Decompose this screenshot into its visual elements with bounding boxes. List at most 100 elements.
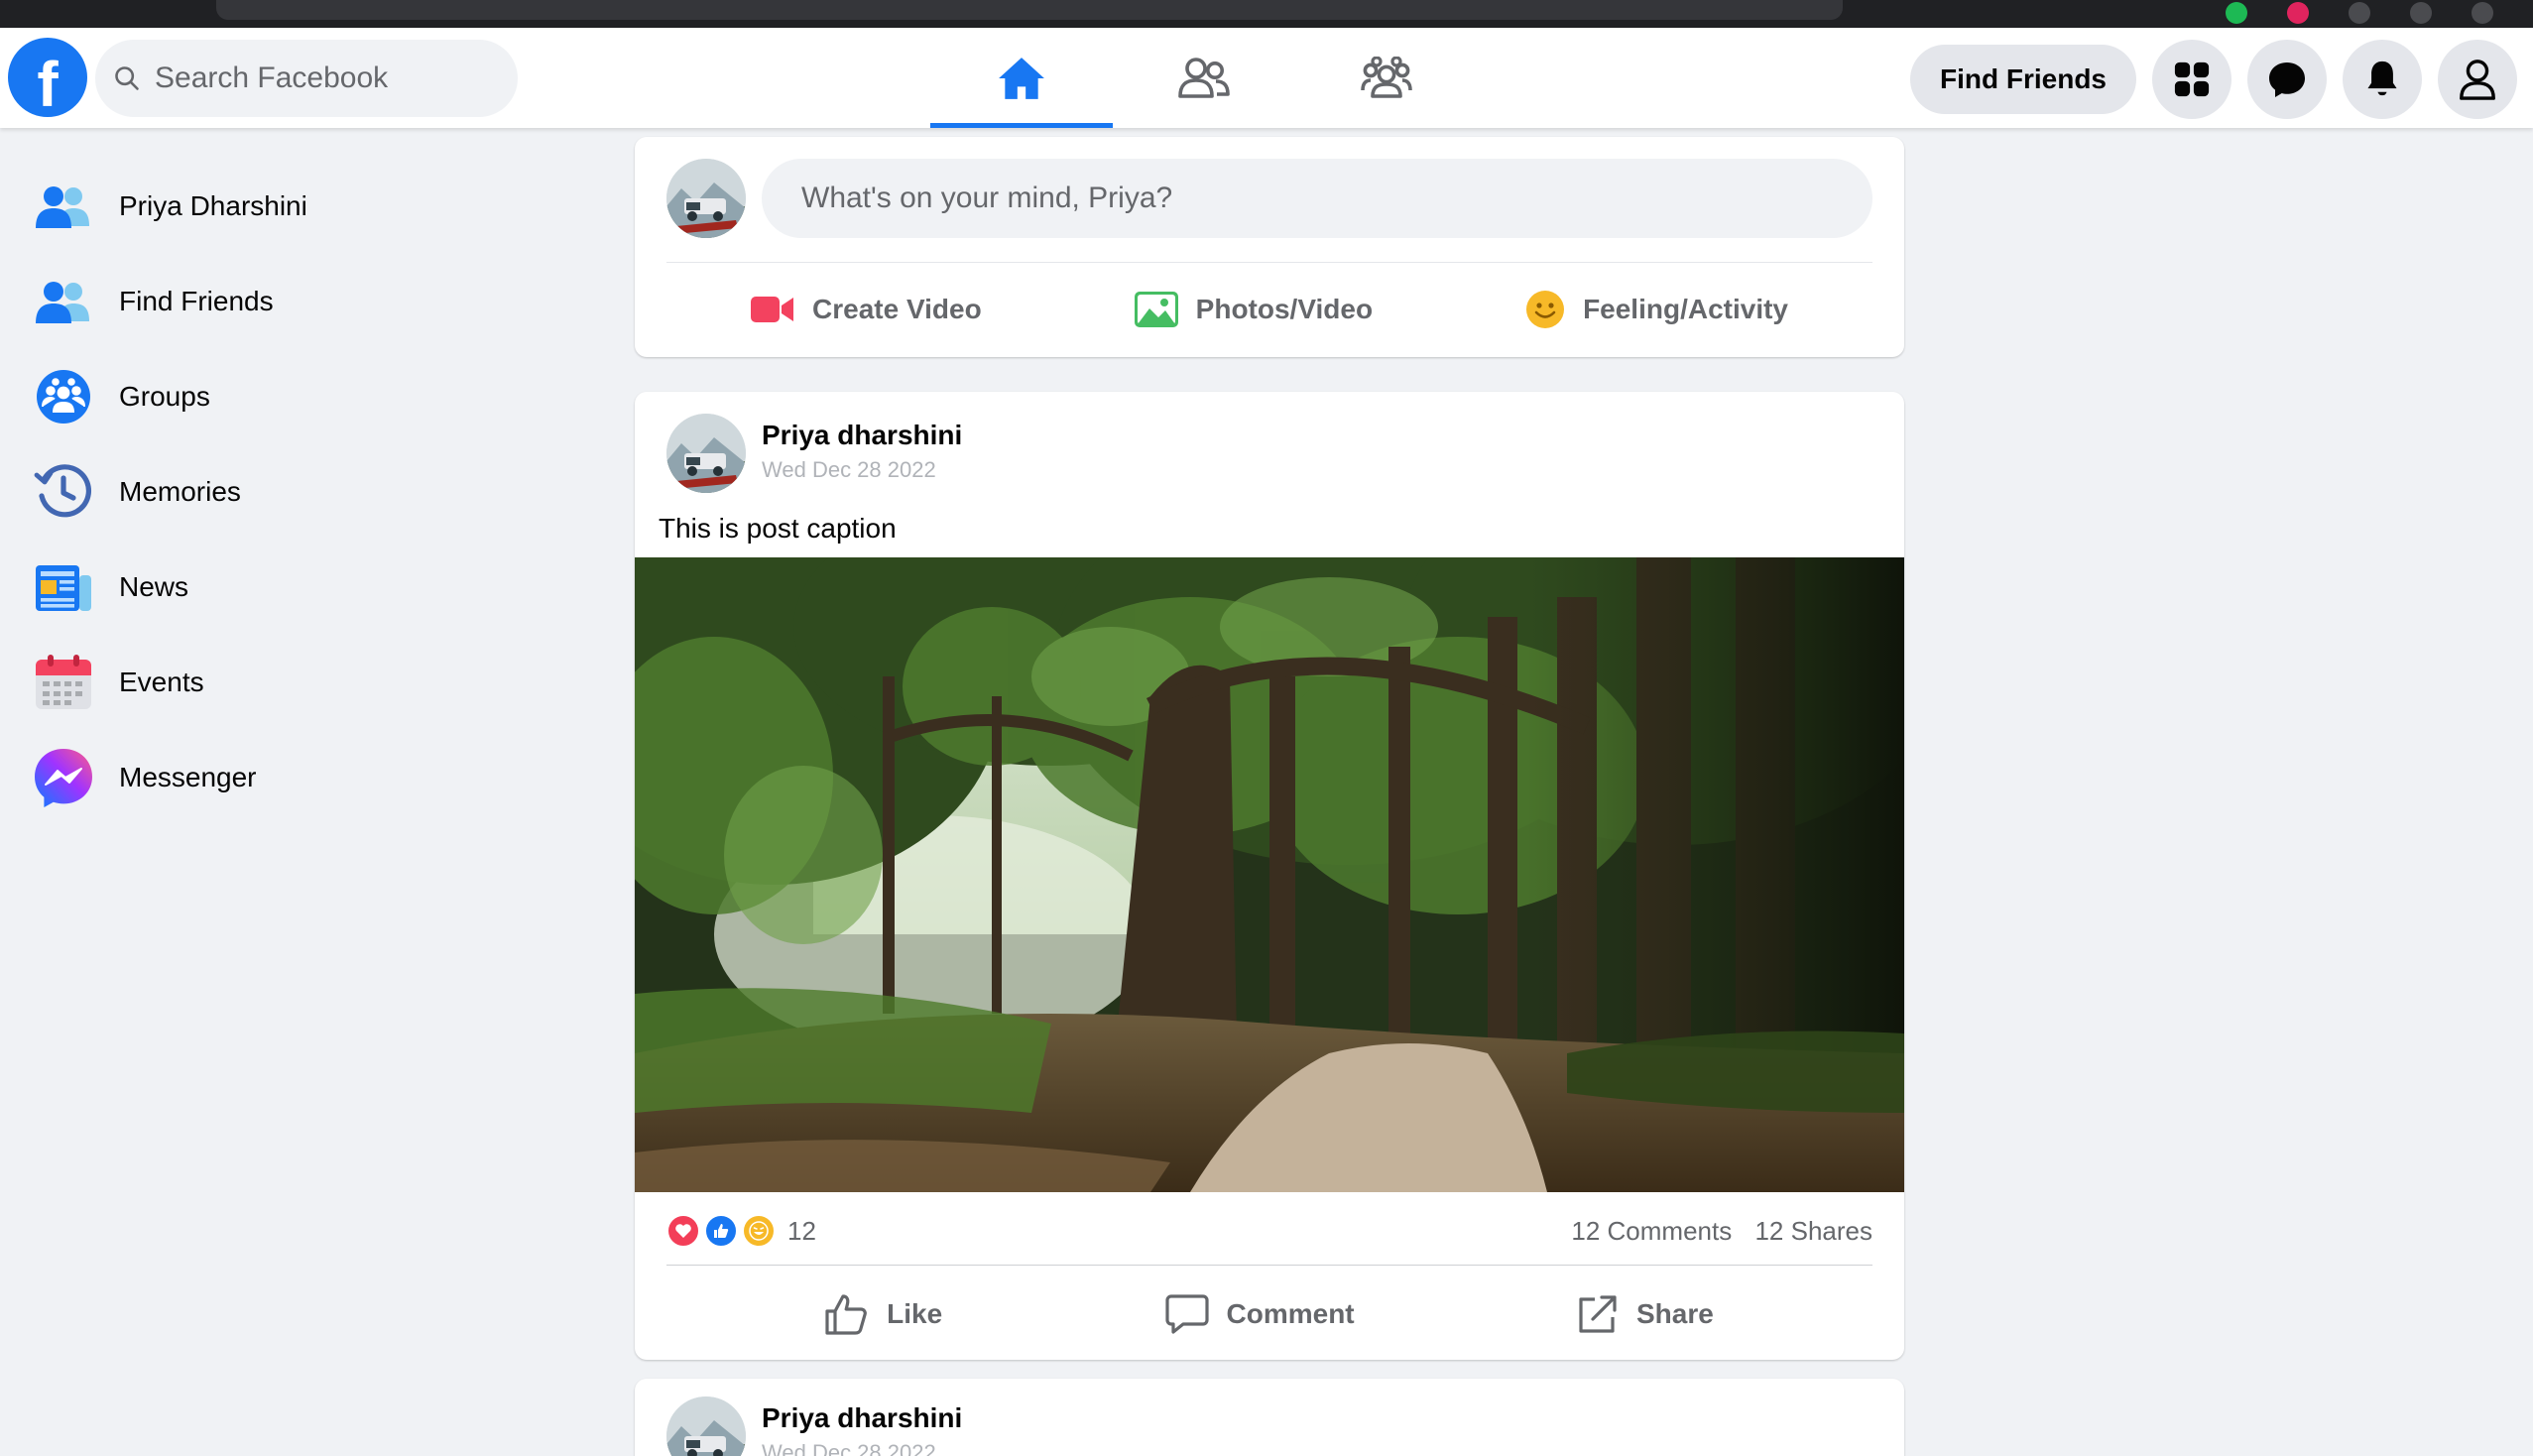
groups-icon bbox=[32, 365, 95, 428]
sidebar-item-label: Messenger bbox=[119, 762, 257, 792]
messenger-button[interactable] bbox=[2247, 40, 2327, 119]
share-label: Share bbox=[1635, 1298, 1714, 1329]
like-label: Like bbox=[887, 1298, 943, 1329]
user-photo-icon bbox=[666, 1396, 746, 1456]
sidebar-item-find-friends[interactable]: Find Friends bbox=[0, 254, 555, 349]
sidebar-item-label: Groups bbox=[119, 381, 210, 412]
reaction-count: 12 bbox=[787, 1215, 816, 1246]
notifications-button[interactable] bbox=[2343, 40, 2422, 119]
sidebar-item-groups[interactable]: Groups bbox=[0, 349, 555, 444]
main-nav-tabs bbox=[930, 28, 1478, 128]
avatar[interactable] bbox=[666, 159, 746, 238]
browser-toolbar bbox=[0, 0, 2533, 28]
browser-address-bar[interactable] bbox=[216, 0, 1843, 20]
feeling-activity-label: Feeling/Activity bbox=[1583, 294, 1788, 324]
divider bbox=[666, 262, 1872, 263]
comment-button[interactable]: Comment bbox=[1164, 1294, 1355, 1334]
tab-friends[interactable] bbox=[1113, 28, 1295, 128]
notifications-bell-icon bbox=[2367, 61, 2397, 96]
video-camera-icon bbox=[751, 297, 793, 322]
calendar-icon bbox=[32, 651, 95, 714]
like-icon bbox=[704, 1214, 738, 1248]
post-composer: What's on your mind, Priya? Create Video… bbox=[635, 137, 1904, 357]
messenger-icon bbox=[32, 746, 95, 809]
forest-path-image bbox=[635, 557, 1904, 1192]
sidebar-item-news[interactable]: News bbox=[0, 540, 555, 635]
account-controls: Find Friends bbox=[1910, 40, 2533, 119]
search-box[interactable] bbox=[95, 40, 518, 117]
photos-video-button[interactable]: Photos/Video bbox=[1134, 292, 1374, 327]
feeling-activity-button[interactable]: Feeling/Activity bbox=[1525, 290, 1788, 329]
sidebar-item-messenger[interactable]: Messenger bbox=[0, 730, 555, 825]
shares-count[interactable]: 12 Shares bbox=[1754, 1216, 1872, 1246]
user-photo-icon bbox=[666, 414, 746, 493]
engagement-counts: 12 Comments 12 Shares bbox=[1555, 1216, 1872, 1247]
sidebar-item-label: News bbox=[119, 571, 189, 602]
haha-icon bbox=[742, 1214, 776, 1248]
friends-icon bbox=[1178, 57, 1230, 98]
sidebar-item-label: Events bbox=[119, 667, 204, 697]
sidebar-item-memories[interactable]: Memories bbox=[0, 444, 555, 540]
profile-icon bbox=[32, 175, 95, 238]
sidebar-item-profile[interactable]: Priya Dharshini bbox=[0, 159, 555, 254]
left-sidebar: Priya Dharshini Find Friends Groups Memo… bbox=[0, 159, 555, 825]
status-input[interactable]: What's on your mind, Priya? bbox=[762, 159, 1872, 238]
search-icon bbox=[115, 66, 139, 90]
avatar[interactable] bbox=[666, 414, 746, 493]
browser-extension-icons bbox=[2226, 2, 2493, 24]
account-icon bbox=[2460, 60, 2495, 100]
news-icon bbox=[32, 555, 95, 619]
heart-icon bbox=[666, 1214, 700, 1248]
extension-icon[interactable] bbox=[2349, 2, 2370, 24]
friends-icon bbox=[32, 270, 95, 333]
post-timestamp[interactable]: Wed Dec 28 2022 bbox=[762, 457, 936, 483]
post-actions: Like Comment Share bbox=[635, 1273, 1904, 1356]
sidebar-item-label: Memories bbox=[119, 476, 241, 507]
post-author[interactable]: Priya dharshini bbox=[762, 1402, 962, 1434]
avatar[interactable] bbox=[666, 1396, 746, 1456]
search-input[interactable] bbox=[155, 61, 492, 95]
post-photo[interactable] bbox=[635, 557, 1904, 1192]
tab-home[interactable] bbox=[930, 28, 1113, 128]
smiley-icon bbox=[1526, 291, 1565, 328]
like-button[interactable]: Like bbox=[825, 1293, 942, 1335]
memories-clock-icon bbox=[32, 460, 95, 524]
extension-icon[interactable] bbox=[2226, 2, 2247, 24]
menu-grid-icon bbox=[2174, 61, 2210, 97]
composer-actions: Create Video Photos/Video Feeling/Activi… bbox=[635, 270, 1904, 349]
comments-count[interactable]: 12 Comments bbox=[1571, 1216, 1732, 1246]
comment-icon bbox=[1164, 1294, 1209, 1334]
home-icon bbox=[999, 57, 1044, 99]
tab-groups[interactable] bbox=[1295, 28, 1478, 128]
facebook-logo[interactable]: f bbox=[8, 38, 87, 117]
feed-post: Priya dharshini Wed Dec 28 2022 This is … bbox=[635, 392, 1904, 1360]
post-caption: This is post caption bbox=[659, 513, 897, 544]
messenger-icon bbox=[2269, 62, 2305, 97]
profile-avatar-icon[interactable] bbox=[2472, 2, 2493, 24]
create-video-button[interactable]: Create Video bbox=[751, 294, 982, 325]
sidebar-item-label: Priya Dharshini bbox=[119, 190, 307, 221]
post-timestamp[interactable]: Wed Dec 28 2022 bbox=[762, 1440, 936, 1456]
user-photo-icon bbox=[666, 159, 746, 238]
groups-icon bbox=[1361, 56, 1412, 98]
share-button[interactable]: Share bbox=[1577, 1293, 1714, 1335]
comment-label: Comment bbox=[1226, 1298, 1355, 1329]
post-stats: 12 12 Comments 12 Shares bbox=[666, 1207, 1872, 1255]
top-navigation-bar: f Find Friends bbox=[0, 28, 2533, 128]
logo-letter: f bbox=[37, 49, 59, 120]
extension-icon[interactable] bbox=[2287, 2, 2309, 24]
menu-button[interactable] bbox=[2152, 40, 2231, 119]
photo-icon bbox=[1134, 292, 1178, 327]
sidebar-item-label: Find Friends bbox=[119, 286, 274, 316]
post-author[interactable]: Priya dharshini bbox=[762, 420, 962, 451]
find-friends-button[interactable]: Find Friends bbox=[1910, 45, 2136, 114]
thumbs-up-icon bbox=[825, 1294, 867, 1335]
photos-video-label: Photos/Video bbox=[1195, 294, 1374, 324]
feed-post: Priya dharshini Wed Dec 28 2022 bbox=[635, 1379, 1904, 1456]
reactions-summary[interactable]: 12 bbox=[666, 1214, 816, 1248]
extension-icon[interactable] bbox=[2410, 2, 2432, 24]
share-icon bbox=[1579, 1295, 1617, 1333]
account-button[interactable] bbox=[2438, 40, 2517, 119]
sidebar-item-events[interactable]: Events bbox=[0, 635, 555, 730]
divider bbox=[666, 1265, 1872, 1266]
